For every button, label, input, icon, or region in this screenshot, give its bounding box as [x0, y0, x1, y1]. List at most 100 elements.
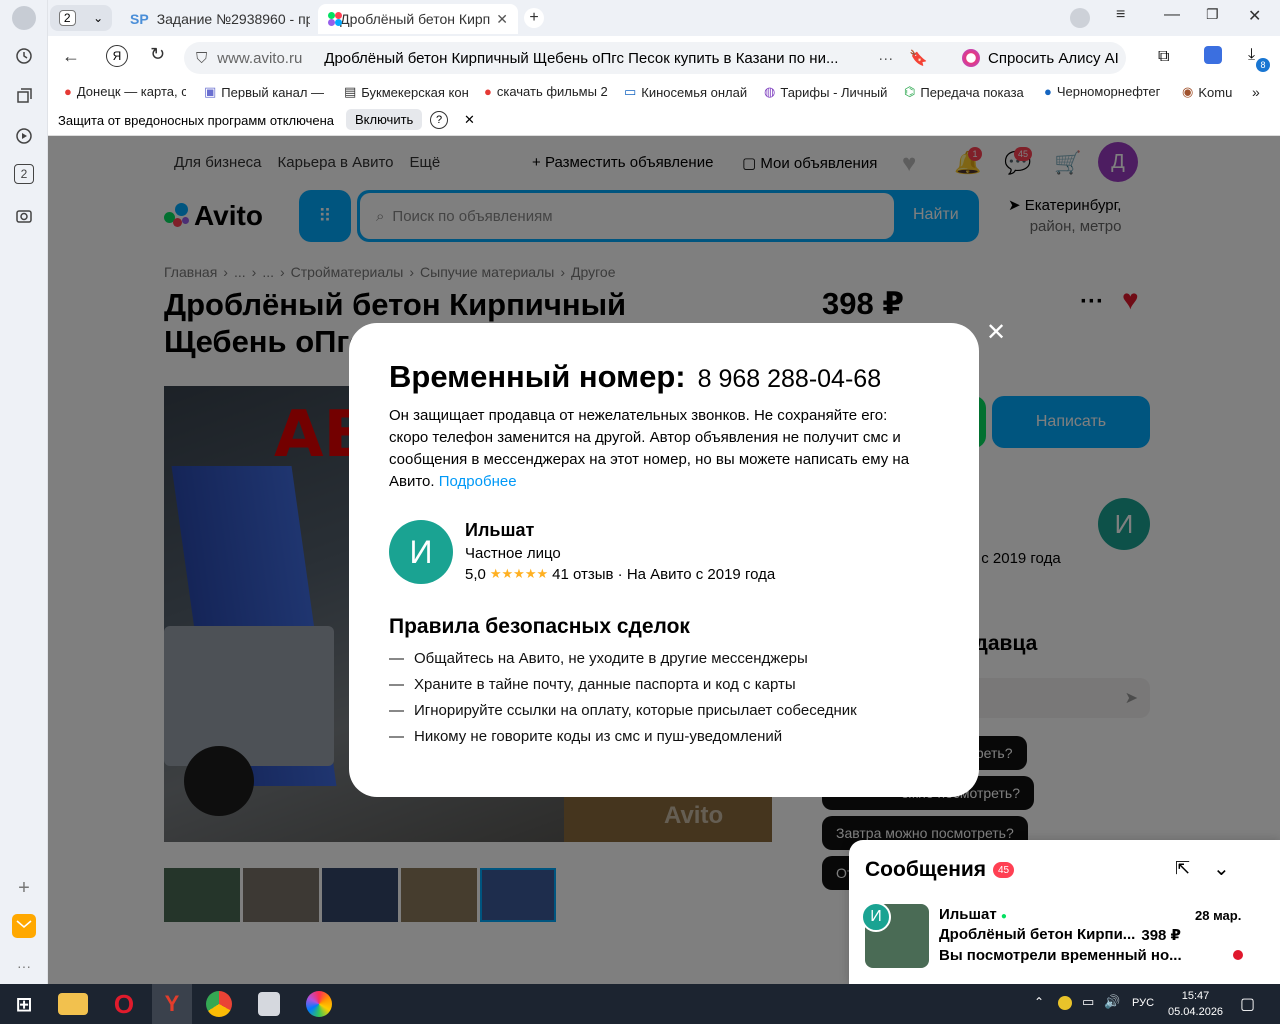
chat-item-price: 398 ₽	[1141, 927, 1181, 944]
enable-protection-button[interactable]: Включить	[346, 109, 423, 130]
safety-rules-title: Правила безопасных сделок	[389, 615, 690, 638]
mail-icon[interactable]	[12, 914, 36, 938]
windows-start-icon[interactable]: ⊞	[8, 990, 40, 1018]
tray-app-icon[interactable]	[1058, 996, 1072, 1010]
bookmark-item[interactable]: ● Донецк — карта, с	[64, 84, 186, 99]
seller-rating-value: 5,0	[465, 566, 486, 583]
tab-label: Дроблёный бетон Кирп	[340, 11, 491, 27]
bookmark-item[interactable]: ▣ Первый канал — с	[204, 84, 328, 100]
close-tab-icon[interactable]: ✕	[496, 11, 508, 28]
more-dots-icon[interactable]: ···	[878, 50, 893, 67]
safety-rule-text: Храните в тайне почту, данные паспорта и…	[414, 676, 796, 693]
temporary-number-modal: Временный номер: 8 968 288-04-68 Он защи…	[349, 323, 979, 797]
opera-icon[interactable]: O	[108, 989, 140, 1019]
bookmark-label: Тарифы - Личный	[780, 84, 888, 100]
address-field[interactable]: ⛉ www.avito.ru Дроблёный бетон Кирпичный…	[184, 42, 996, 74]
bk-icon: ▤	[344, 84, 357, 99]
chat-item-row[interactable]: Дроблёный бетон Кирпи... 398 ₽	[939, 926, 1269, 944]
bookmark-label: Передача показа	[920, 84, 1024, 100]
minimize-icon[interactable]: —	[1164, 6, 1180, 24]
reload-icon[interactable]: ↻	[150, 44, 165, 65]
map-pin-icon: ●	[64, 84, 72, 99]
tray-up-icon[interactable]: ⌃	[1034, 995, 1044, 1009]
open-external-icon[interactable]: ⇱	[1175, 858, 1190, 879]
tab-count-icon[interactable]: 2	[14, 164, 34, 184]
more-icon[interactable]: ···	[12, 954, 36, 978]
safety-rule-text: Никому не говорите коды из смс и пуш-уве…	[414, 728, 783, 745]
windows-taskbar: ⊞ O Y ⌃ ▭ 🔊 РУС 15:47 05.04.2026 ▢	[0, 984, 1280, 1024]
download-icon[interactable]: ⤓	[1248, 46, 1255, 64]
modal-seller-info: Ильшат Частное лицо 5,0 ★★★★★ 41 отзыв ·…	[465, 520, 775, 583]
tab-avito[interactable]: Дроблёный бетон Кирп ✕	[318, 4, 518, 34]
tab-group-button[interactable]: 2 ⌄	[50, 5, 112, 31]
profile-icon[interactable]	[12, 6, 36, 30]
modal-title: Временный номер:	[389, 359, 686, 394]
bookmark-label: Первый канал — с	[221, 84, 328, 100]
network-icon[interactable]: ▭	[1082, 994, 1094, 1010]
yandex-icon[interactable]: Я	[106, 45, 128, 67]
tv-icon: ▣	[204, 84, 217, 99]
close-modal-icon[interactable]: ✕	[986, 318, 1006, 347]
yandex-bm-icon: ●	[484, 84, 492, 99]
bookmark-item[interactable]: ◍ Тарифы - Личный	[764, 84, 888, 100]
tab-group-count: 2	[58, 10, 76, 26]
tab-task[interactable]: SP Задание №2938960 - про	[120, 4, 310, 34]
extensions-icon[interactable]: ⧉	[1158, 48, 1169, 66]
clock-date: 05.04.2026	[1168, 1006, 1224, 1018]
browser-colorful-icon[interactable]	[306, 991, 332, 1017]
tariff-icon: ◍	[764, 84, 776, 99]
seller-name[interactable]: Ильшат	[465, 520, 775, 541]
back-icon[interactable]: ←	[62, 46, 80, 67]
site-info-icon[interactable]: ⛉	[196, 50, 207, 67]
temporary-phone-number: 8 968 288-04-68	[697, 365, 882, 393]
bookmark-item[interactable]: ● скачать фильмы 2	[484, 84, 608, 99]
bookmark-label: скачать фильмы 2	[496, 84, 608, 99]
chat-sender[interactable]: Ильшат ●	[939, 906, 1007, 923]
seller-type: Частное лицо	[465, 545, 561, 562]
collapse-chevron-icon[interactable]: ⌄	[1213, 856, 1230, 881]
history-icon[interactable]	[12, 44, 36, 68]
new-tab-button[interactable]: +	[524, 8, 544, 28]
language-indicator[interactable]: РУС	[1132, 997, 1154, 1009]
bookmark-label: Букмекерская кон	[361, 84, 468, 100]
extension-shield-icon[interactable]	[1204, 46, 1222, 64]
alice-button[interactable]: Спросить Алису AI	[954, 42, 1126, 74]
account-icon[interactable]	[1070, 8, 1090, 28]
app-icon[interactable]	[258, 992, 280, 1016]
chat-preview[interactable]: Вы посмотрели временный но...	[939, 947, 1182, 964]
safety-rules-list: — Общайтесь на Авито, не уходите в другие…	[389, 650, 857, 754]
volume-icon[interactable]: 🔊	[1104, 994, 1120, 1010]
close-window-icon[interactable]: ✕	[1248, 6, 1261, 26]
bookmarks-more-icon[interactable]: »	[1252, 84, 1260, 100]
notification-center-icon[interactable]: ▢	[1240, 994, 1255, 1014]
tab-label: Задание №2938960 - про	[156, 11, 310, 27]
help-icon[interactable]: ?	[430, 111, 448, 129]
play-icon[interactable]	[12, 124, 36, 148]
avito-favicon-icon	[328, 12, 342, 26]
modal-seller-avatar[interactable]: И	[389, 520, 453, 584]
seller-reviews[interactable]: 41 отзыв · На Авито с 2019 года	[552, 566, 775, 583]
meter-icon: ⌬	[904, 84, 916, 99]
chrome-icon[interactable]	[206, 991, 232, 1017]
bookmarks-bar: ● Донецк — карта, с ▣ Первый канал — с ▤ Бу…	[48, 80, 1280, 106]
add-panel-icon[interactable]: +	[12, 876, 36, 900]
bookmark-item[interactable]: ▭ Киносемья онлай	[624, 84, 748, 100]
bookmark-item[interactable]: ⌬ Передача показа	[904, 84, 1030, 100]
screenshot-icon[interactable]	[12, 204, 36, 228]
bookmark-item[interactable]: ● Черноморнефтег	[1044, 84, 1168, 99]
bookmark-icon[interactable]: 🔖	[909, 49, 928, 67]
downloads-badge: 8	[1256, 58, 1270, 72]
bookmark-item[interactable]: ▤ Букмекерская кон	[344, 84, 468, 100]
tab-bar: 2 ⌄ SP Задание №2938960 - про Дроблёный …	[48, 0, 1280, 36]
messages-title: Сообщения	[865, 858, 987, 881]
more-info-link[interactable]: Подробнее	[439, 473, 517, 490]
bookmark-item[interactable]: ◉ Komu	[1182, 84, 1242, 100]
collections-icon[interactable]	[12, 84, 36, 108]
yandex-browser-icon[interactable]: Y	[152, 984, 192, 1024]
menu-icon[interactable]: ≡	[1116, 6, 1125, 24]
file-explorer-icon[interactable]	[58, 993, 88, 1015]
clock[interactable]: 15:47 05.04.2026	[1168, 988, 1223, 1020]
close-protection-icon[interactable]: ✕	[464, 112, 475, 128]
messages-widget: Сообщения 45 ⇱ ⌄ И Ильшат ● 28 мар. Дроб…	[849, 840, 1280, 984]
restore-icon[interactable]: ❐	[1206, 6, 1219, 23]
